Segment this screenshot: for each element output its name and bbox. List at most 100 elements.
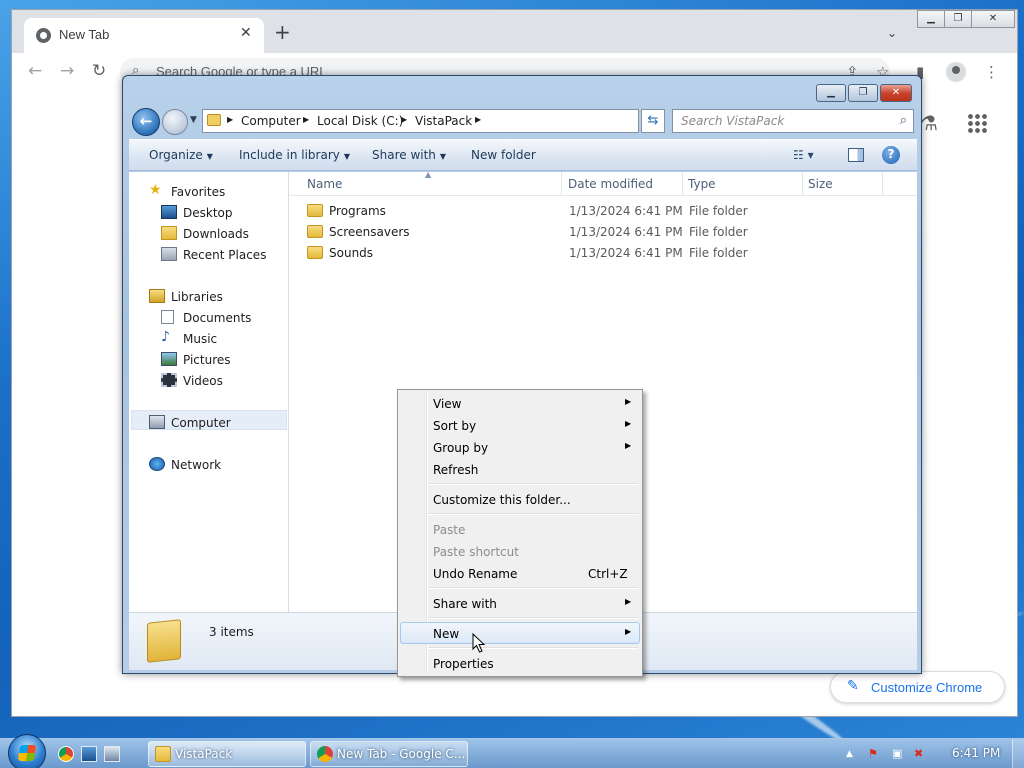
forward-arrow-icon[interactable]: → [60, 61, 74, 81]
menu-item-undo-rename[interactable]: Undo Rename Ctrl+Z [400, 562, 640, 584]
menu-item-sort-by[interactable]: Sort by ▶ [400, 414, 640, 436]
menu-label: Group by [433, 441, 489, 455]
new-tab-plus-icon[interactable]: + [274, 22, 291, 42]
folder-icon [307, 204, 323, 217]
refresh-icon[interactable]: ⇆ [641, 109, 665, 133]
breadcrumb-computer[interactable]: Computer [241, 114, 301, 128]
taskbar: VistaPack New Tab - Google C... ▲ ⚑ ▣ ✖ … [0, 734, 1024, 768]
menu-item-group-by[interactable]: Group by ▶ [400, 436, 640, 458]
google-apps-icon[interactable] [967, 113, 987, 133]
menu-item-paste: Paste [400, 518, 640, 540]
table-row[interactable]: Screensavers 1/13/2024 6:41 PM File fold… [303, 222, 903, 243]
folder-icon [307, 246, 323, 259]
menu-item-paste-shortcut: Paste shortcut [400, 540, 640, 562]
menu-item-refresh[interactable]: Refresh [400, 458, 640, 480]
search-icon[interactable]: ⌕ [900, 113, 907, 128]
breadcrumb-local-disk[interactable]: Local Disk (C:) [317, 114, 403, 128]
chrome-quicklaunch-icon[interactable] [58, 746, 74, 762]
menu-item-new[interactable]: New ▶ [400, 622, 640, 644]
menu-item-properties[interactable]: Properties [400, 652, 640, 674]
column-header-size[interactable]: Size [808, 177, 833, 191]
organize-button[interactable]: Organize ▼ [149, 148, 213, 162]
reload-icon[interactable]: ↻ [92, 61, 106, 81]
column-header-name[interactable]: Name [307, 177, 342, 191]
breadcrumb-separator-icon[interactable]: ▶ [227, 115, 233, 124]
file-type: File folder [689, 204, 748, 218]
submenu-arrow-icon: ▶ [625, 597, 632, 606]
table-row[interactable]: Sounds 1/13/2024 6:41 PM File folder [303, 243, 903, 264]
column-divider[interactable] [561, 172, 562, 196]
include-in-library-label: Include in library [239, 148, 340, 162]
folder-icon [155, 746, 171, 762]
taskbar-button-chrome[interactable]: New Tab - Google C... [310, 741, 468, 767]
tab-search-chevron-icon[interactable]: ⌄ [887, 26, 897, 40]
breadcrumb-separator-icon[interactable]: ▶ [303, 115, 309, 124]
include-in-library-button[interactable]: Include in library ▼ [239, 148, 350, 162]
chrome-window-controls: ▁ ❐ ✕ [917, 10, 1017, 30]
organize-label: Organize [149, 148, 203, 162]
column-divider[interactable] [802, 172, 803, 196]
folder-icon [207, 114, 221, 126]
chrome-close-button[interactable]: ✕ [971, 10, 1015, 28]
explorer-minimize-button[interactable]: ▁ [816, 84, 846, 102]
recent-pages-chevron-icon[interactable]: ▼ [190, 115, 197, 125]
chrome-minimize-button[interactable]: ▁ [917, 10, 945, 28]
share-with-button[interactable]: Share with ▼ [372, 148, 446, 162]
item-count: 3 items [209, 625, 254, 639]
preview-pane-icon[interactable] [848, 148, 864, 162]
show-desktop-button[interactable] [1012, 739, 1024, 768]
action-center-flag-icon[interactable]: ⚑ [868, 747, 878, 760]
breadcrumb-vistapack[interactable]: VistaPack [415, 114, 472, 128]
file-date: 1/13/2024 6:41 PM [569, 225, 683, 239]
explorer-close-button[interactable]: ✕ [880, 84, 912, 102]
explorer-forward-button[interactable] [162, 109, 188, 135]
menu-label: Customize this folder... [433, 493, 571, 507]
address-bar[interactable]: ▶ Computer ▶ Local Disk (C:) ▶ VistaPack… [202, 109, 704, 133]
chrome-favicon-icon [36, 28, 51, 43]
help-icon[interactable]: ? [882, 146, 900, 164]
more-menu-icon[interactable]: ⋮ [984, 63, 999, 81]
customize-chrome-button[interactable]: ✎ Customize Chrome [830, 671, 1005, 703]
file-date: 1/13/2024 6:41 PM [569, 204, 683, 218]
volume-muted-icon[interactable]: ✖ [914, 747, 923, 760]
menu-item-customize-folder[interactable]: Customize this folder... [400, 488, 640, 510]
breadcrumb-separator-icon[interactable]: ▶ [475, 115, 481, 124]
start-button-windows-logo-icon[interactable] [8, 734, 46, 768]
change-view-icon[interactable]: ☷ ▾ [793, 148, 814, 162]
switch-windows-quicklaunch-icon[interactable] [104, 746, 120, 762]
column-header-date-modified[interactable]: Date modified [568, 177, 653, 191]
nav-label: Music [183, 332, 218, 346]
table-row[interactable]: Programs 1/13/2024 6:41 PM File folder [303, 201, 903, 222]
labs-flask-icon[interactable]: ⚗ [920, 111, 938, 135]
explorer-back-button[interactable]: ← [132, 108, 160, 136]
menu-item-share-with[interactable]: Share with ▶ [400, 592, 640, 614]
menu-item-view[interactable]: View ▶ [400, 392, 640, 414]
back-arrow-icon[interactable]: ← [28, 61, 42, 81]
file-type: File folder [689, 225, 748, 239]
taskbar-button-explorer[interactable]: VistaPack [148, 741, 306, 767]
column-divider[interactable] [882, 172, 883, 196]
menu-label: Undo Rename [433, 567, 518, 581]
nav-label: Desktop [183, 206, 233, 220]
new-folder-button[interactable]: New folder [471, 148, 536, 162]
chevron-down-icon: ▼ [439, 152, 447, 161]
profile-avatar-icon[interactable] [946, 62, 966, 82]
address-row: ← ▼ ▶ Computer ▶ Local Disk (C:) ▶ Vista… [130, 106, 916, 136]
menu-label: Share with [433, 597, 497, 611]
breadcrumb-separator-icon[interactable]: ▶ [401, 115, 407, 124]
show-hidden-icons-chevron-icon[interactable]: ▲ [846, 749, 853, 759]
menu-label: New [433, 627, 460, 641]
chrome-tab-new-tab[interactable]: New Tab ✕ [24, 18, 264, 53]
column-header-type[interactable]: Type [688, 177, 716, 191]
chevron-down-icon: ▼ [343, 152, 351, 161]
recent-places-icon [161, 247, 177, 261]
show-desktop-quicklaunch-icon[interactable] [81, 746, 97, 762]
close-tab-icon[interactable]: ✕ [240, 25, 252, 41]
system-clock[interactable]: 6:41 PM [952, 746, 1000, 760]
explorer-maximize-button[interactable]: ❐ [848, 84, 878, 102]
network-tray-icon[interactable]: ▣ [892, 747, 902, 760]
nav-label: Favorites [171, 185, 226, 199]
explorer-search-input[interactable]: Search VistaPack ⌕ [672, 109, 914, 133]
column-divider[interactable] [682, 172, 683, 196]
chrome-maximize-button[interactable]: ❐ [944, 10, 972, 28]
